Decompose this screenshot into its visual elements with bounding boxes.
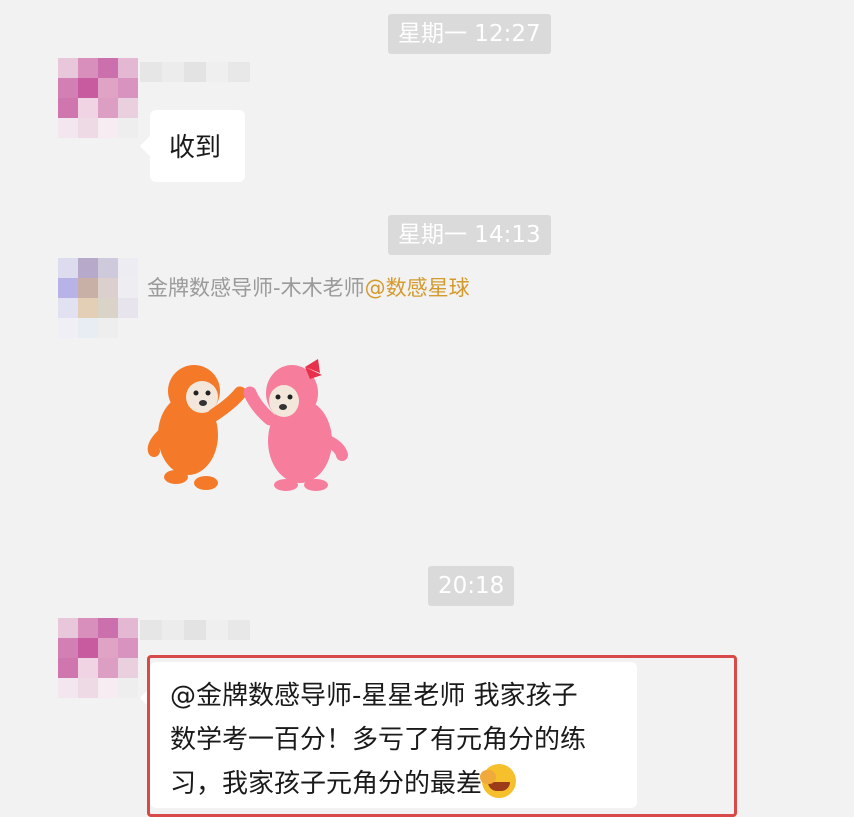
avatar[interactable] (58, 618, 138, 698)
bubble-tail (140, 136, 150, 156)
message-bubble[interactable]: 收到 (140, 110, 245, 182)
pink-character (243, 359, 348, 491)
sender-nickname: 金牌数感导师-木木老师 (147, 276, 365, 300)
sender-org: @数感星球 (364, 276, 470, 300)
message-text: 收到 (169, 133, 222, 163)
timestamp: 星期一 12:27 (388, 14, 551, 54)
timestamp: 20:18 (428, 566, 515, 606)
sender-name: 金牌数感导师-木木老师@数感星球 (147, 272, 470, 302)
blurred-name (140, 620, 250, 640)
high-five-sticker[interactable] (140, 355, 355, 495)
highlight-box (147, 655, 737, 817)
avatar[interactable] (58, 258, 138, 338)
avatar[interactable] (58, 58, 138, 138)
timestamp: 星期一 14:13 (388, 215, 551, 255)
blurred-name (140, 62, 250, 82)
orange-character (147, 365, 247, 490)
